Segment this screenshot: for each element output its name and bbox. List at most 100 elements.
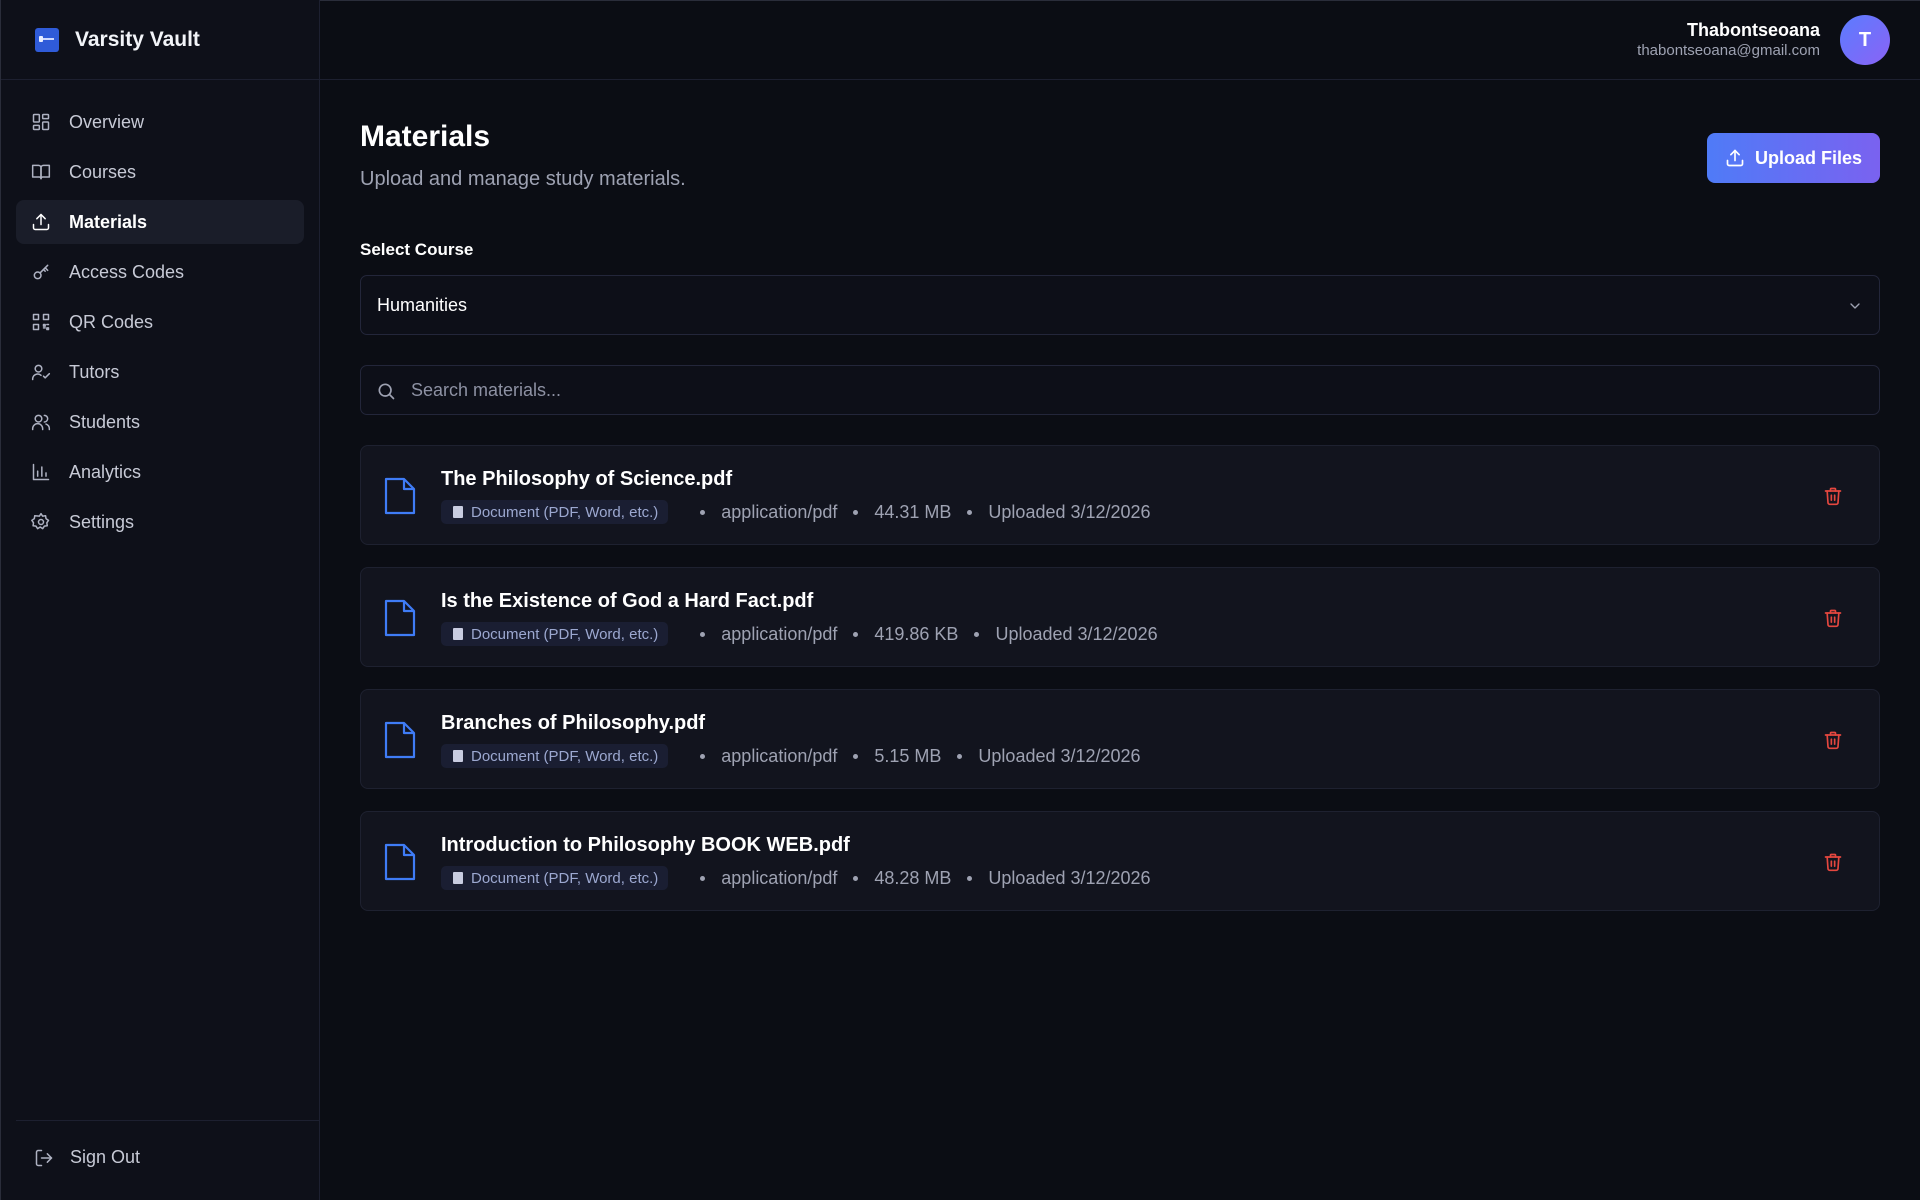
user-menu[interactable]: Thabontseoana thabontseoana@gmail.com T bbox=[1637, 15, 1890, 65]
file-type-label: Document (PDF, Word, etc.) bbox=[471, 625, 659, 643]
file-icon bbox=[383, 476, 417, 516]
separator-dot bbox=[967, 875, 973, 881]
file-type-badge: Document (PDF, Word, etc.) bbox=[441, 866, 669, 890]
separator-dot bbox=[700, 753, 706, 759]
upload-files-button[interactable]: Upload Files bbox=[1707, 133, 1880, 183]
sidebar-item-students[interactable]: Students bbox=[16, 400, 304, 444]
separator-dot bbox=[700, 509, 706, 515]
sidebar-item-qr-codes[interactable]: QR Codes bbox=[16, 300, 304, 344]
sidebar-item-access-codes[interactable]: Access Codes bbox=[16, 250, 304, 294]
materials-list: The Philosophy of Science.pdf Document (… bbox=[360, 445, 1880, 933]
sidebar-item-label: Materials bbox=[69, 211, 148, 232]
trash-icon bbox=[1824, 487, 1842, 506]
page-title: Materials bbox=[360, 120, 491, 153]
file-icon bbox=[383, 598, 417, 638]
separator-dot bbox=[700, 875, 706, 881]
sign-out-button[interactable]: Sign Out bbox=[34, 1147, 140, 1168]
top-header: Thabontseoana thabontseoana@gmail.com T bbox=[320, 0, 1920, 80]
upload-date: Uploaded 3/12/2026 bbox=[978, 745, 1141, 766]
material-item[interactable]: Branches of Philosophy.pdf Document (PDF… bbox=[360, 689, 1880, 789]
trash-icon bbox=[1824, 853, 1842, 872]
search-icon bbox=[378, 383, 395, 400]
separator-dot bbox=[853, 631, 859, 637]
material-meta: Document (PDF, Word, etc.) application/p… bbox=[441, 744, 1141, 768]
chevron-down-icon bbox=[1850, 303, 1860, 309]
users-icon bbox=[31, 412, 51, 432]
user-email: thabontseoana@gmail.com bbox=[1637, 42, 1820, 59]
trash-icon bbox=[1824, 609, 1842, 628]
separator-dot bbox=[700, 631, 706, 637]
brand[interactable]: Varsity Vault bbox=[1, 0, 319, 80]
sidebar-item-label: Analytics bbox=[69, 461, 142, 482]
delete-button[interactable] bbox=[1823, 486, 1843, 506]
file-type-label: Document (PDF, Word, etc.) bbox=[471, 869, 659, 887]
material-item[interactable]: The Philosophy of Science.pdf Document (… bbox=[360, 445, 1880, 545]
upload-files-label: Upload Files bbox=[1754, 147, 1862, 168]
mime-type: application/pdf bbox=[721, 745, 838, 766]
material-name: Introduction to Philosophy BOOK WEB.pdf bbox=[441, 834, 850, 856]
key-icon bbox=[31, 262, 51, 282]
document-icon bbox=[453, 506, 463, 518]
file-type-label: Document (PDF, Word, etc.) bbox=[471, 503, 659, 521]
document-icon bbox=[453, 750, 463, 762]
file-type-label: Document (PDF, Word, etc.) bbox=[471, 747, 659, 765]
sidebar-nav: Overview Courses Materials Access Codes bbox=[1, 80, 319, 544]
delete-button[interactable] bbox=[1823, 730, 1843, 750]
file-icon bbox=[383, 720, 417, 760]
mime-type: application/pdf bbox=[721, 501, 838, 522]
sidebar-item-label: QR Codes bbox=[69, 311, 154, 332]
sidebar: Varsity Vault Overview Courses Materials bbox=[0, 0, 320, 1200]
sidebar-item-tutors[interactable]: Tutors bbox=[16, 350, 304, 394]
material-meta: Document (PDF, Word, etc.) application/p… bbox=[441, 866, 1151, 890]
material-name: Is the Existence of God a Hard Fact.pdf bbox=[441, 590, 814, 612]
trash-icon bbox=[1824, 731, 1842, 750]
sidebar-item-label: Tutors bbox=[69, 361, 120, 382]
course-select[interactable]: Humanities bbox=[360, 275, 1880, 335]
mime-type: application/pdf bbox=[721, 867, 838, 888]
file-icon bbox=[383, 842, 417, 882]
avatar[interactable]: T bbox=[1840, 15, 1890, 65]
delete-button[interactable] bbox=[1823, 852, 1843, 872]
delete-button[interactable] bbox=[1823, 608, 1843, 628]
book-icon bbox=[31, 162, 51, 182]
vault-logo-icon bbox=[35, 27, 59, 52]
sidebar-item-settings[interactable]: Settings bbox=[16, 500, 304, 544]
page-subtitle: Upload and manage study materials. bbox=[360, 168, 686, 190]
user-info: Thabontseoana thabontseoana@gmail.com bbox=[1637, 19, 1820, 61]
separator-dot bbox=[853, 875, 859, 881]
file-type-badge: Document (PDF, Word, etc.) bbox=[441, 744, 669, 768]
file-size: 44.31 MB bbox=[874, 501, 952, 522]
search-bar bbox=[360, 365, 1880, 415]
sidebar-footer: Sign Out bbox=[16, 1120, 319, 1200]
separator-dot bbox=[967, 509, 973, 515]
file-size: 48.28 MB bbox=[874, 867, 952, 888]
document-icon bbox=[453, 628, 463, 640]
upload-icon bbox=[1726, 149, 1744, 167]
upload-date: Uploaded 3/12/2026 bbox=[988, 501, 1151, 522]
material-name: Branches of Philosophy.pdf bbox=[441, 712, 706, 734]
user-check-icon bbox=[31, 362, 51, 382]
file-type-badge: Document (PDF, Word, etc.) bbox=[441, 500, 669, 524]
sidebar-item-overview[interactable]: Overview bbox=[16, 100, 304, 144]
bar-chart-icon bbox=[31, 462, 51, 482]
sidebar-item-materials[interactable]: Materials bbox=[16, 200, 304, 244]
separator-dot bbox=[974, 631, 980, 637]
select-course-label: Select Course bbox=[360, 240, 474, 259]
course-select-value: Humanities bbox=[377, 294, 468, 315]
sidebar-item-analytics[interactable]: Analytics bbox=[16, 450, 304, 494]
search-input[interactable] bbox=[411, 366, 1811, 414]
log-out-icon bbox=[35, 1149, 53, 1166]
material-item[interactable]: Introduction to Philosophy BOOK WEB.pdf … bbox=[360, 811, 1880, 911]
qr-code-icon bbox=[31, 312, 51, 332]
file-size: 5.15 MB bbox=[874, 745, 942, 766]
material-item[interactable]: Is the Existence of God a Hard Fact.pdf … bbox=[360, 567, 1880, 667]
material-meta: Document (PDF, Word, etc.) application/p… bbox=[441, 622, 1158, 646]
app-root: Varsity Vault Overview Courses Materials bbox=[0, 0, 1920, 1200]
sidebar-item-courses[interactable]: Courses bbox=[16, 150, 304, 194]
file-type-badge: Document (PDF, Word, etc.) bbox=[441, 622, 669, 646]
sign-out-label: Sign Out bbox=[70, 1147, 141, 1167]
separator-dot bbox=[853, 509, 859, 515]
mime-type: application/pdf bbox=[721, 623, 838, 644]
file-size: 419.86 KB bbox=[874, 623, 959, 644]
separator-dot bbox=[853, 753, 859, 759]
